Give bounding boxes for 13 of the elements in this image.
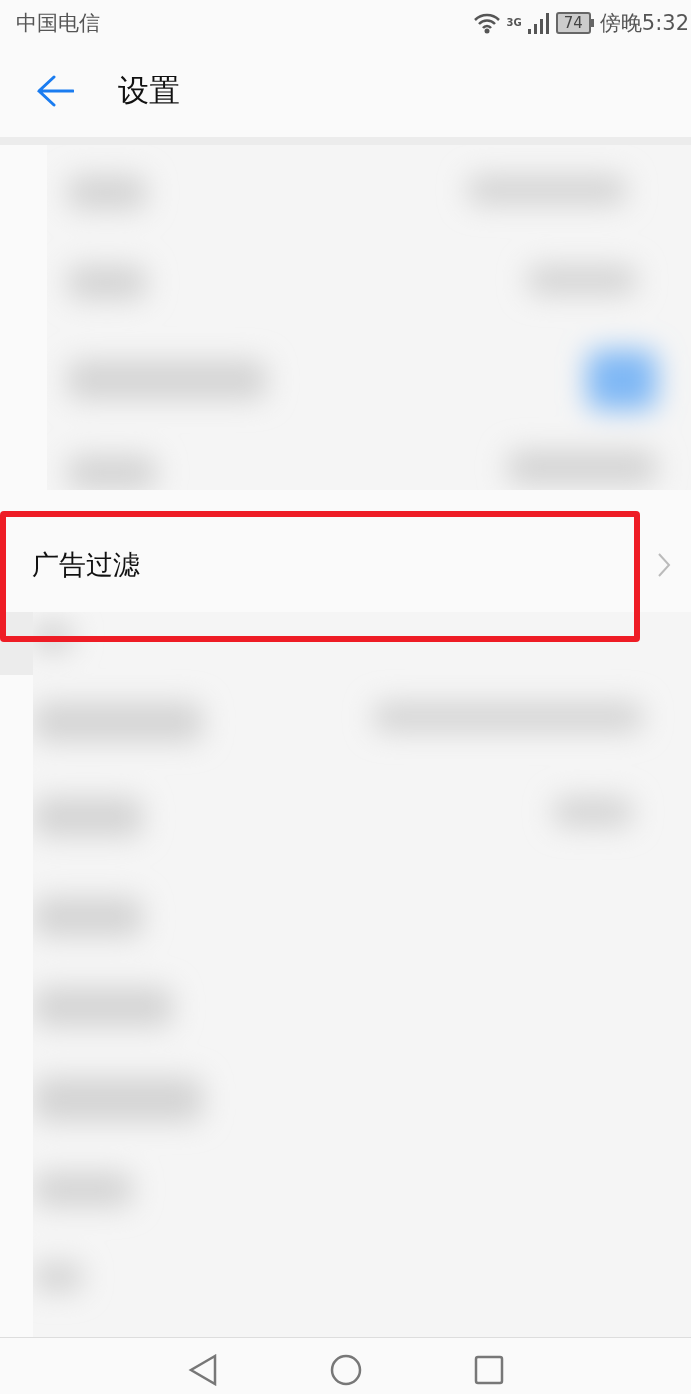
back-icon[interactable]	[187, 1354, 218, 1386]
signal-icon	[527, 11, 550, 34]
clock: 傍晚5:32	[599, 9, 689, 37]
home-icon[interactable]	[329, 1354, 362, 1386]
battery-level: 74	[555, 11, 591, 34]
chevron-icon	[657, 551, 671, 578]
wifi-icon	[472, 11, 501, 34]
setting-label: 广告过滤	[32, 547, 140, 582]
network-type: 3G	[506, 16, 522, 28]
back-icon[interactable]	[36, 75, 74, 107]
carrier-name: 中国电信	[16, 9, 100, 37]
recent-apps-icon[interactable]	[473, 1355, 504, 1385]
page-title: 设置	[118, 71, 180, 110]
